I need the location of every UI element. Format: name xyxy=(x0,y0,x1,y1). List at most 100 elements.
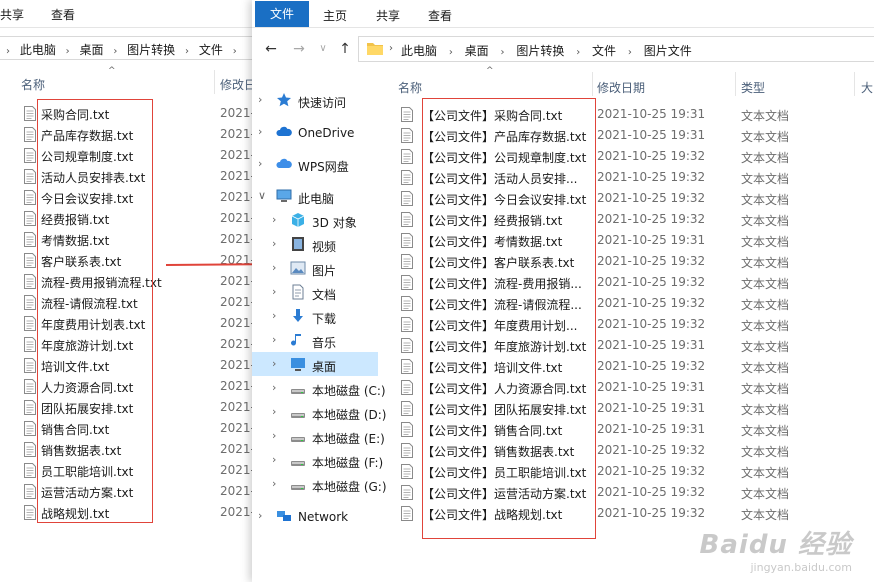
sidebar-item[interactable]: › 本地磁盘 (D:) xyxy=(252,400,386,424)
sort-up-icon: ^ xyxy=(108,66,116,76)
chevron-right-icon[interactable]: › xyxy=(272,381,276,394)
file-modified: 2021- xyxy=(220,169,255,183)
sidebar-item[interactable]: › WPS网盘 xyxy=(252,152,378,176)
chevron-right-icon[interactable]: › xyxy=(272,429,276,442)
address-bar[interactable]: › 此电脑 › 桌面 › 图片转换 › 文件 › 图片文件 xyxy=(358,36,874,62)
column-divider[interactable] xyxy=(214,70,215,94)
tab-file[interactable]: 文件 xyxy=(255,1,309,27)
column-header-modified[interactable]: 修改日 xyxy=(220,76,256,93)
chevron-right-icon[interactable]: › xyxy=(272,237,276,250)
chevron-right-icon[interactable]: › xyxy=(272,213,276,226)
breadcrumb-item[interactable]: 此电脑 xyxy=(401,44,437,58)
chevron-down-icon[interactable]: ∨ xyxy=(258,189,266,202)
chevron-right-icon[interactable]: › xyxy=(258,157,262,170)
sidebar-item[interactable]: ∨ 此电脑 xyxy=(252,184,378,208)
text-file-icon xyxy=(401,212,413,230)
file-modified: 2021-10-25 19:32 xyxy=(597,254,706,268)
up-arrow-icon[interactable]: ↑ xyxy=(336,40,354,58)
sidebar-item[interactable]: › 文档 xyxy=(252,280,378,304)
chevron-right-icon[interactable]: › xyxy=(258,93,262,106)
chevron-right-icon[interactable]: › xyxy=(272,405,276,418)
breadcrumb-item[interactable]: 文件 xyxy=(592,44,616,58)
sidebar-item[interactable]: › 图片 xyxy=(252,256,378,280)
back-arrow-icon[interactable]: ← xyxy=(262,40,280,58)
chevron-right-icon[interactable]: › xyxy=(272,333,276,346)
text-file-icon xyxy=(401,254,413,272)
chevron-right-icon[interactable]: › xyxy=(272,477,276,490)
sidebar-item[interactable]: › 本地磁盘 (E:) xyxy=(252,424,385,448)
file-modified: 2021- xyxy=(220,379,255,393)
text-file-icon xyxy=(401,464,413,482)
video-icon xyxy=(290,236,306,252)
sidebar-item[interactable]: › 本地磁盘 (C:) xyxy=(252,376,386,400)
file-modified: 2021- xyxy=(220,400,255,414)
desktop-icon xyxy=(290,356,306,372)
breadcrumb-item[interactable]: 此电脑 xyxy=(20,43,56,57)
back-address-bar[interactable]: › 此电脑 › 桌面 › 图片转换 › 文件 › xyxy=(0,36,260,60)
column-divider[interactable] xyxy=(592,72,593,96)
sidebar-item-label: OneDrive xyxy=(298,126,355,140)
sidebar-item[interactable]: › 桌面 xyxy=(252,352,378,376)
breadcrumb-item[interactable]: 图片文件 xyxy=(644,44,692,58)
text-file-icon xyxy=(24,316,36,334)
sidebar-item[interactable]: › 本地磁盘 (G:) xyxy=(252,472,387,496)
file-modified: 2021- xyxy=(220,211,255,225)
file-type: 文本文档 xyxy=(741,235,790,249)
sidebar-item-label: 本地磁盘 (D:) xyxy=(312,408,387,422)
sidebar-item[interactable]: › 3D 对象 xyxy=(252,208,378,232)
sidebar-item[interactable]: › 快速访问 xyxy=(252,88,378,112)
chevron-right-icon[interactable]: › xyxy=(272,309,276,322)
chevron-right-icon[interactable]: › xyxy=(272,261,276,274)
chevron-right-icon[interactable]: › xyxy=(272,357,276,370)
sidebar-item-label: 图片 xyxy=(312,264,337,278)
breadcrumb-item[interactable]: 桌面 xyxy=(80,43,104,57)
picture-icon xyxy=(290,260,306,276)
sidebar-item[interactable]: › 下载 xyxy=(252,304,378,328)
sidebar-item-label: 本地磁盘 (E:) xyxy=(312,432,385,446)
tab-share[interactable]: 共享 xyxy=(0,6,24,23)
tab-view[interactable]: 查看 xyxy=(428,7,452,24)
chevron-right-icon: › xyxy=(500,47,505,58)
column-header-size[interactable]: 大 xyxy=(861,79,873,96)
chevron-right-icon[interactable]: › xyxy=(258,125,262,138)
breadcrumb-item[interactable]: 图片转换 xyxy=(127,43,175,57)
chevron-right-icon[interactable]: › xyxy=(272,285,276,298)
chevron-right-icon[interactable]: › xyxy=(272,453,276,466)
tab-home[interactable]: 主页 xyxy=(323,7,347,24)
breadcrumb-item[interactable]: 文件 xyxy=(199,43,223,57)
chevron-right-icon: › xyxy=(65,46,70,57)
sidebar-item[interactable]: › OneDrive xyxy=(252,120,378,144)
recent-locations-chevron-icon[interactable]: ∨ xyxy=(314,40,332,58)
tab-share[interactable]: 共享 xyxy=(376,7,400,24)
text-file-icon xyxy=(24,421,36,439)
sidebar-item[interactable]: › 本地磁盘 (F:) xyxy=(252,448,383,472)
breadcrumb-item[interactable]: 桌面 xyxy=(465,44,489,58)
column-divider[interactable] xyxy=(735,72,736,96)
file-type: 文本文档 xyxy=(741,193,790,207)
file-modified: 2021-10-25 19:32 xyxy=(597,170,706,184)
file-type: 文本文档 xyxy=(741,382,790,396)
sort-up-icon: ^ xyxy=(486,66,494,76)
tab-view[interactable]: 查看 xyxy=(51,6,75,23)
breadcrumb-item[interactable]: 图片转换 xyxy=(516,44,564,58)
forward-arrow-icon[interactable]: → xyxy=(290,40,308,58)
file-modified: 2021- xyxy=(220,505,255,519)
sidebar-item[interactable]: › 音乐 xyxy=(252,328,378,352)
chevron-right-icon[interactable]: › xyxy=(258,509,262,522)
file-modified: 2021-10-25 19:31 xyxy=(597,380,706,394)
column-header-name[interactable]: 名称 xyxy=(398,79,422,96)
drive-icon xyxy=(290,380,306,396)
file-modified: 2021- xyxy=(220,316,255,330)
file-type: 文本文档 xyxy=(741,277,790,291)
sidebar-item[interactable]: › Network xyxy=(252,504,378,528)
column-header-type[interactable]: 类型 xyxy=(741,79,765,96)
file-modified: 2021-10-25 19:31 xyxy=(597,401,706,415)
column-header-modified[interactable]: 修改日期 xyxy=(597,79,645,96)
sidebar-item[interactable]: › 视频 xyxy=(252,232,378,256)
text-file-icon xyxy=(24,127,36,145)
file-modified: 2021-10-25 19:32 xyxy=(597,443,706,457)
back-column-headers: ^ 名称 修改日 xyxy=(0,66,260,96)
text-file-icon xyxy=(401,422,413,440)
column-header-name[interactable]: 名称 xyxy=(21,76,45,93)
column-divider[interactable] xyxy=(854,72,855,96)
